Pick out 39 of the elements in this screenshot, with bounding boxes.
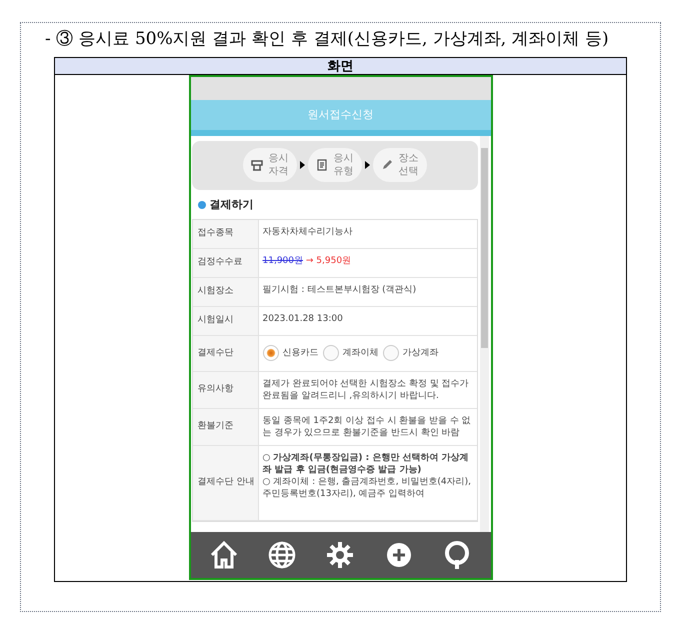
table-header: 화면: [55, 58, 626, 75]
page-header: 원서접수신청: [190, 100, 490, 136]
row-label: 접수종목: [198, 227, 234, 240]
section-heading: - ③ 응시료 50%지원 결과 확인 후 결제(신용카드, 가상계좌, 계좌이체 등): [44, 28, 610, 51]
radio-button[interactable]: [322, 344, 338, 361]
arrow-sign: →: [306, 256, 314, 266]
row-label: 결제수단 안내: [198, 476, 254, 490]
row-label: 검정수수료: [198, 256, 242, 270]
row-label: 유의사항: [198, 383, 234, 396]
radio-button[interactable]: [262, 344, 278, 361]
pencil-icon: [380, 159, 392, 172]
globe-icon[interactable]: [267, 540, 298, 570]
cell-value: 2023.01.28 13:00: [262, 314, 343, 324]
step-label: 응시 자격: [268, 152, 288, 178]
row-label: 결제수단: [198, 346, 234, 360]
original-price: 11,900원: [262, 256, 303, 266]
document-icon: [316, 159, 328, 172]
settings-icon[interactable]: [325, 540, 356, 570]
cell-value: 자동차차체수리기능사: [262, 226, 352, 237]
radio-label: 가상계좌: [402, 346, 438, 360]
section-title: 결제하기: [210, 196, 254, 213]
radio-label: 신용카드: [282, 346, 318, 360]
arrow-icon: [364, 161, 370, 170]
guide-text: ○ 계좌이체 : 은행, 출금계좌번호, 비밀번호(4자리), 주민등록번호(13자리), 예금주 입력하여: [262, 476, 472, 500]
arrow-icon: [300, 161, 304, 170]
row-label: 환불기준: [198, 420, 234, 434]
row-label: 시험장소: [198, 285, 234, 298]
step-label: 응시 유형: [334, 152, 354, 178]
step-label: 장소 선택: [398, 152, 418, 178]
radio-button[interactable]: [382, 344, 398, 361]
discounted-price: 5,950원: [316, 256, 352, 266]
radio-label: 계좌이체: [342, 346, 378, 360]
cell-value: 필기시험 : 테스트본부시험장 (객관식): [262, 284, 416, 295]
row-label: 시험일시: [198, 314, 234, 328]
guide-text: ○ 가상계좌(무통장입금) : 은행만 선택하여 가상계좌 발급 후 입금(현금영수증 발급 가능): [262, 452, 470, 476]
cell-value: 동일 종목에 1주2회 이상 접수 시 환불을 받을 수 없는 경우가 있으므로 환불기준을 반드시 확인 바람: [262, 416, 471, 438]
bullet-icon: [198, 200, 206, 209]
home-icon[interactable]: [208, 540, 239, 570]
cell-value: 결제가 완료되어야 선택한 시험장소 확정 및 접수가 완료됨을 알려드리니 ,유의하시기 바랍니다.: [262, 378, 469, 401]
